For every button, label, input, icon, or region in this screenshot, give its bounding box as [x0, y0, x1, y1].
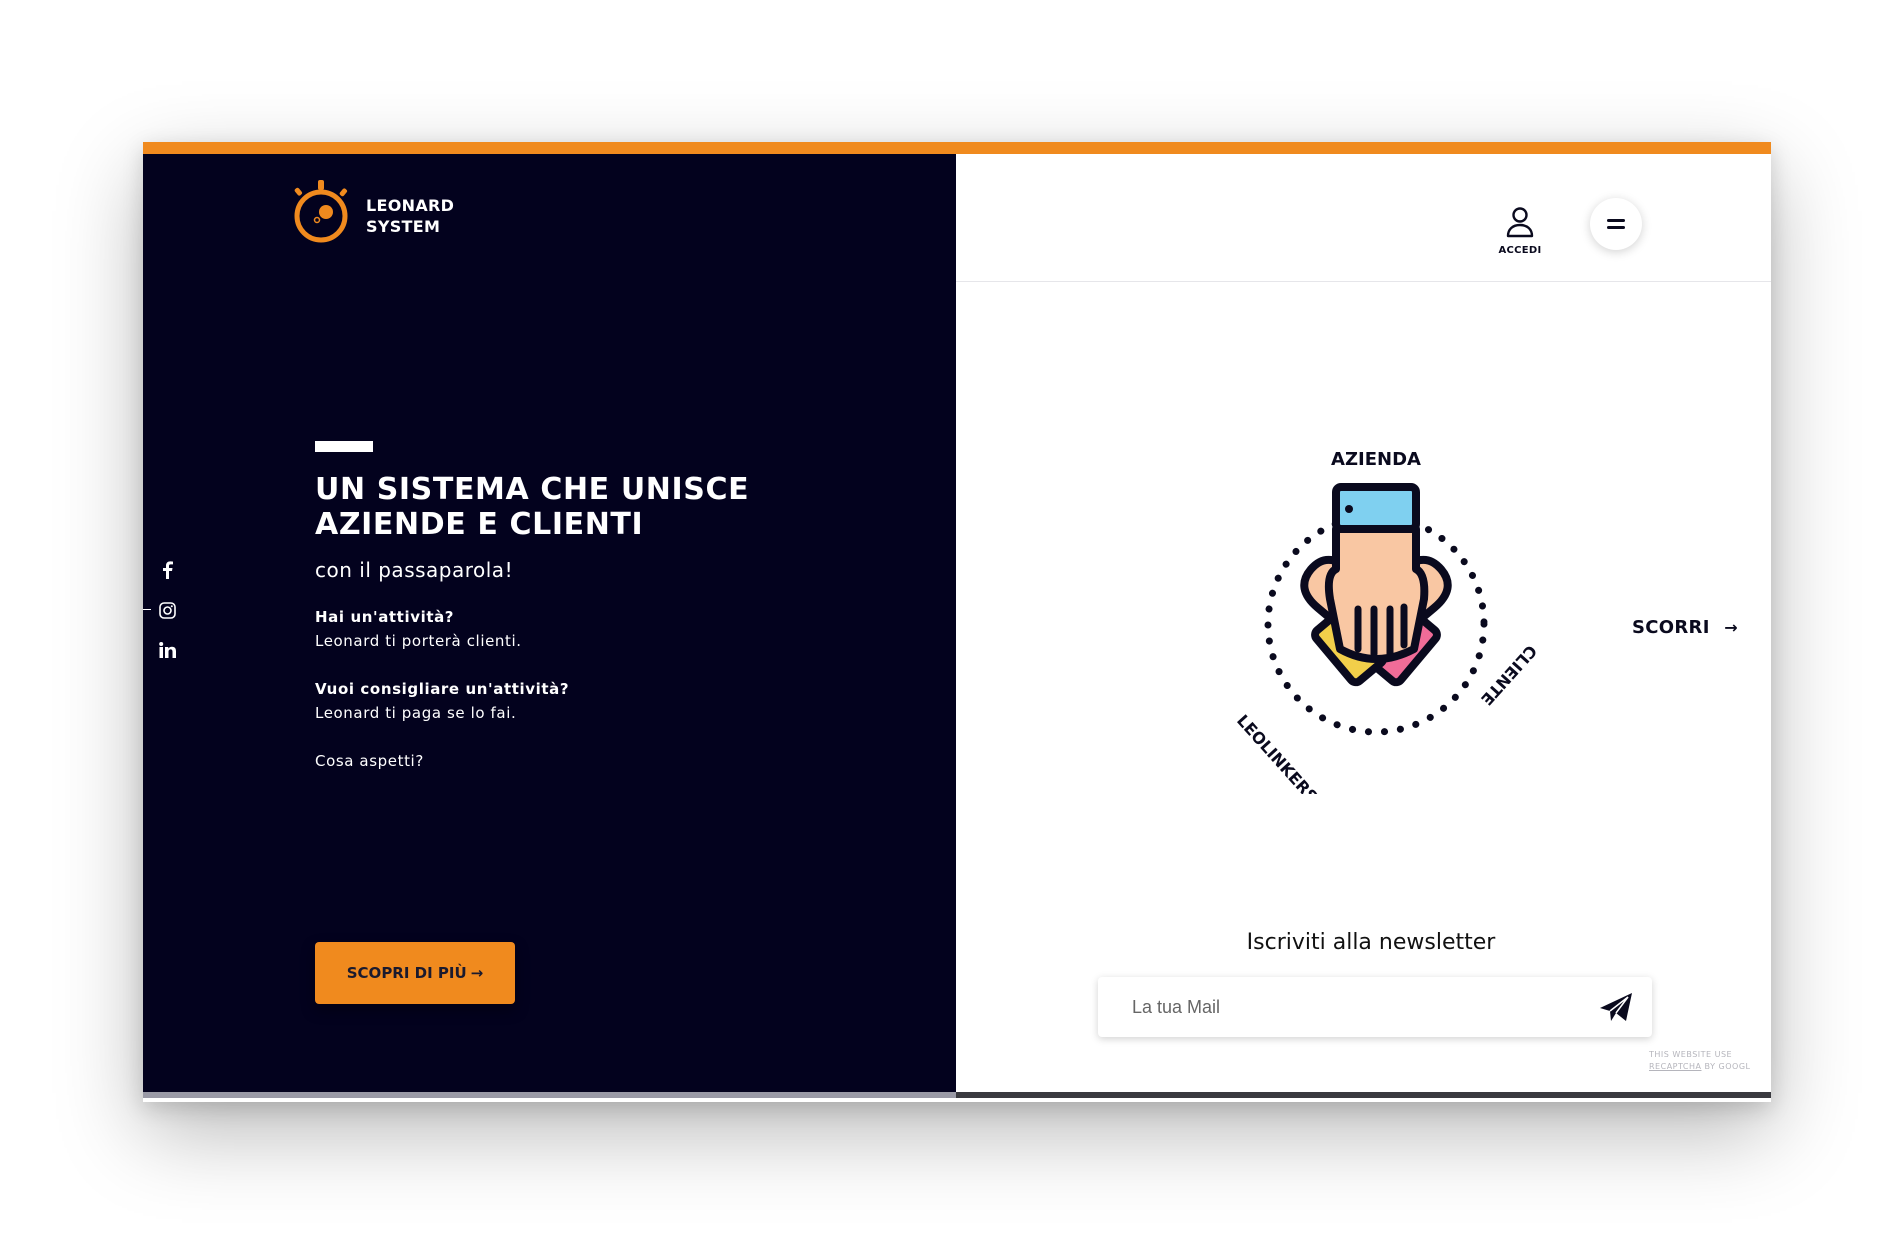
hero-content: UN SISTEMA CHE UNISCE AZIENDE E CLIENTI …: [315, 441, 875, 770]
leonard-logo-icon[interactable]: [290, 178, 352, 246]
hands-illustration: AZIENDA LEOLINKERS CLIENTE: [1233, 449, 1541, 794]
recaptcha-line-2: BY GOOGL: [1704, 1062, 1751, 1071]
bottom-bar-left: [143, 1092, 956, 1098]
scroll-link[interactable]: SCORRI →: [1632, 617, 1738, 638]
page-frame: LEONARD SYSTEM UN SISTEMA CHE UNISCE AZI…: [143, 142, 1771, 1102]
arrow-right-icon: →: [470, 964, 484, 982]
answer-business: Leonard ti porterà clienti.: [315, 632, 522, 650]
newsletter-form: [1098, 977, 1652, 1037]
email-input[interactable]: [1098, 977, 1602, 1037]
title-accent-bar: [315, 441, 373, 452]
recaptcha-link[interactable]: RECAPTCHA: [1649, 1062, 1702, 1071]
login-label: ACCEDI: [1498, 245, 1542, 256]
right-panel: ACCEDI AZIENDA LEOLINKERS CLIENTE SCORRI…: [956, 154, 1771, 1092]
send-icon[interactable]: [1598, 991, 1634, 1023]
brand-line-2: SYSTEM: [366, 217, 441, 236]
scroll-label: SCORRI: [1632, 617, 1710, 638]
user-icon: [1506, 207, 1534, 238]
hero-title: UN SISTEMA CHE UNISCE AZIENDE E CLIENTI: [315, 472, 875, 542]
accent-bar: [143, 142, 1771, 154]
brand-line-1: LEONARD: [366, 196, 455, 215]
instagram-icon[interactable]: [157, 600, 177, 620]
label-cliente: CLIENTE: [1477, 641, 1541, 709]
question-recommend: Vuoi consigliare un'attività?: [315, 680, 570, 698]
menu-icon: [1607, 219, 1625, 229]
hero-panel: LEONARD SYSTEM UN SISTEMA CHE UNISCE AZI…: [143, 154, 956, 1092]
recaptcha-line-1: THIS WEBSITE USE: [1649, 1050, 1733, 1059]
label-azienda: AZIENDA: [1331, 449, 1421, 470]
login-button[interactable]: ACCEDI: [1490, 206, 1550, 256]
facebook-icon[interactable]: [157, 560, 177, 580]
bottom-bar-right: [956, 1092, 1771, 1098]
header-divider: [956, 281, 1771, 282]
discover-more-button[interactable]: SCOPRI DI PIÙ →: [315, 942, 515, 1004]
call-to-action-text: Cosa aspetti?: [315, 752, 424, 770]
label-leolinkers: LEOLINKERS: [1233, 711, 1322, 794]
hero-title-line-2: AZIENDE E CLIENTI: [315, 507, 644, 542]
brand-name[interactable]: LEONARD SYSTEM: [366, 195, 454, 237]
hero-title-line-1: UN SISTEMA CHE UNISCE: [315, 472, 750, 507]
linkedin-icon[interactable]: [157, 640, 177, 660]
divider: [143, 609, 151, 610]
question-business: Hai un'attività?: [315, 608, 455, 626]
newsletter-title: Iscriviti alla newsletter: [1246, 930, 1496, 955]
menu-button[interactable]: [1590, 198, 1642, 250]
answer-recommend: Leonard ti paga se lo fai.: [315, 704, 517, 722]
arrow-right-icon: →: [1724, 618, 1738, 637]
discover-more-label: SCOPRI DI PIÙ: [346, 964, 467, 982]
recaptcha-notice: THIS WEBSITE USE RECAPTCHA BY GOOGL: [1649, 1049, 1771, 1073]
social-links: [157, 560, 177, 680]
hero-subtitle: con il passaparola!: [315, 558, 514, 582]
